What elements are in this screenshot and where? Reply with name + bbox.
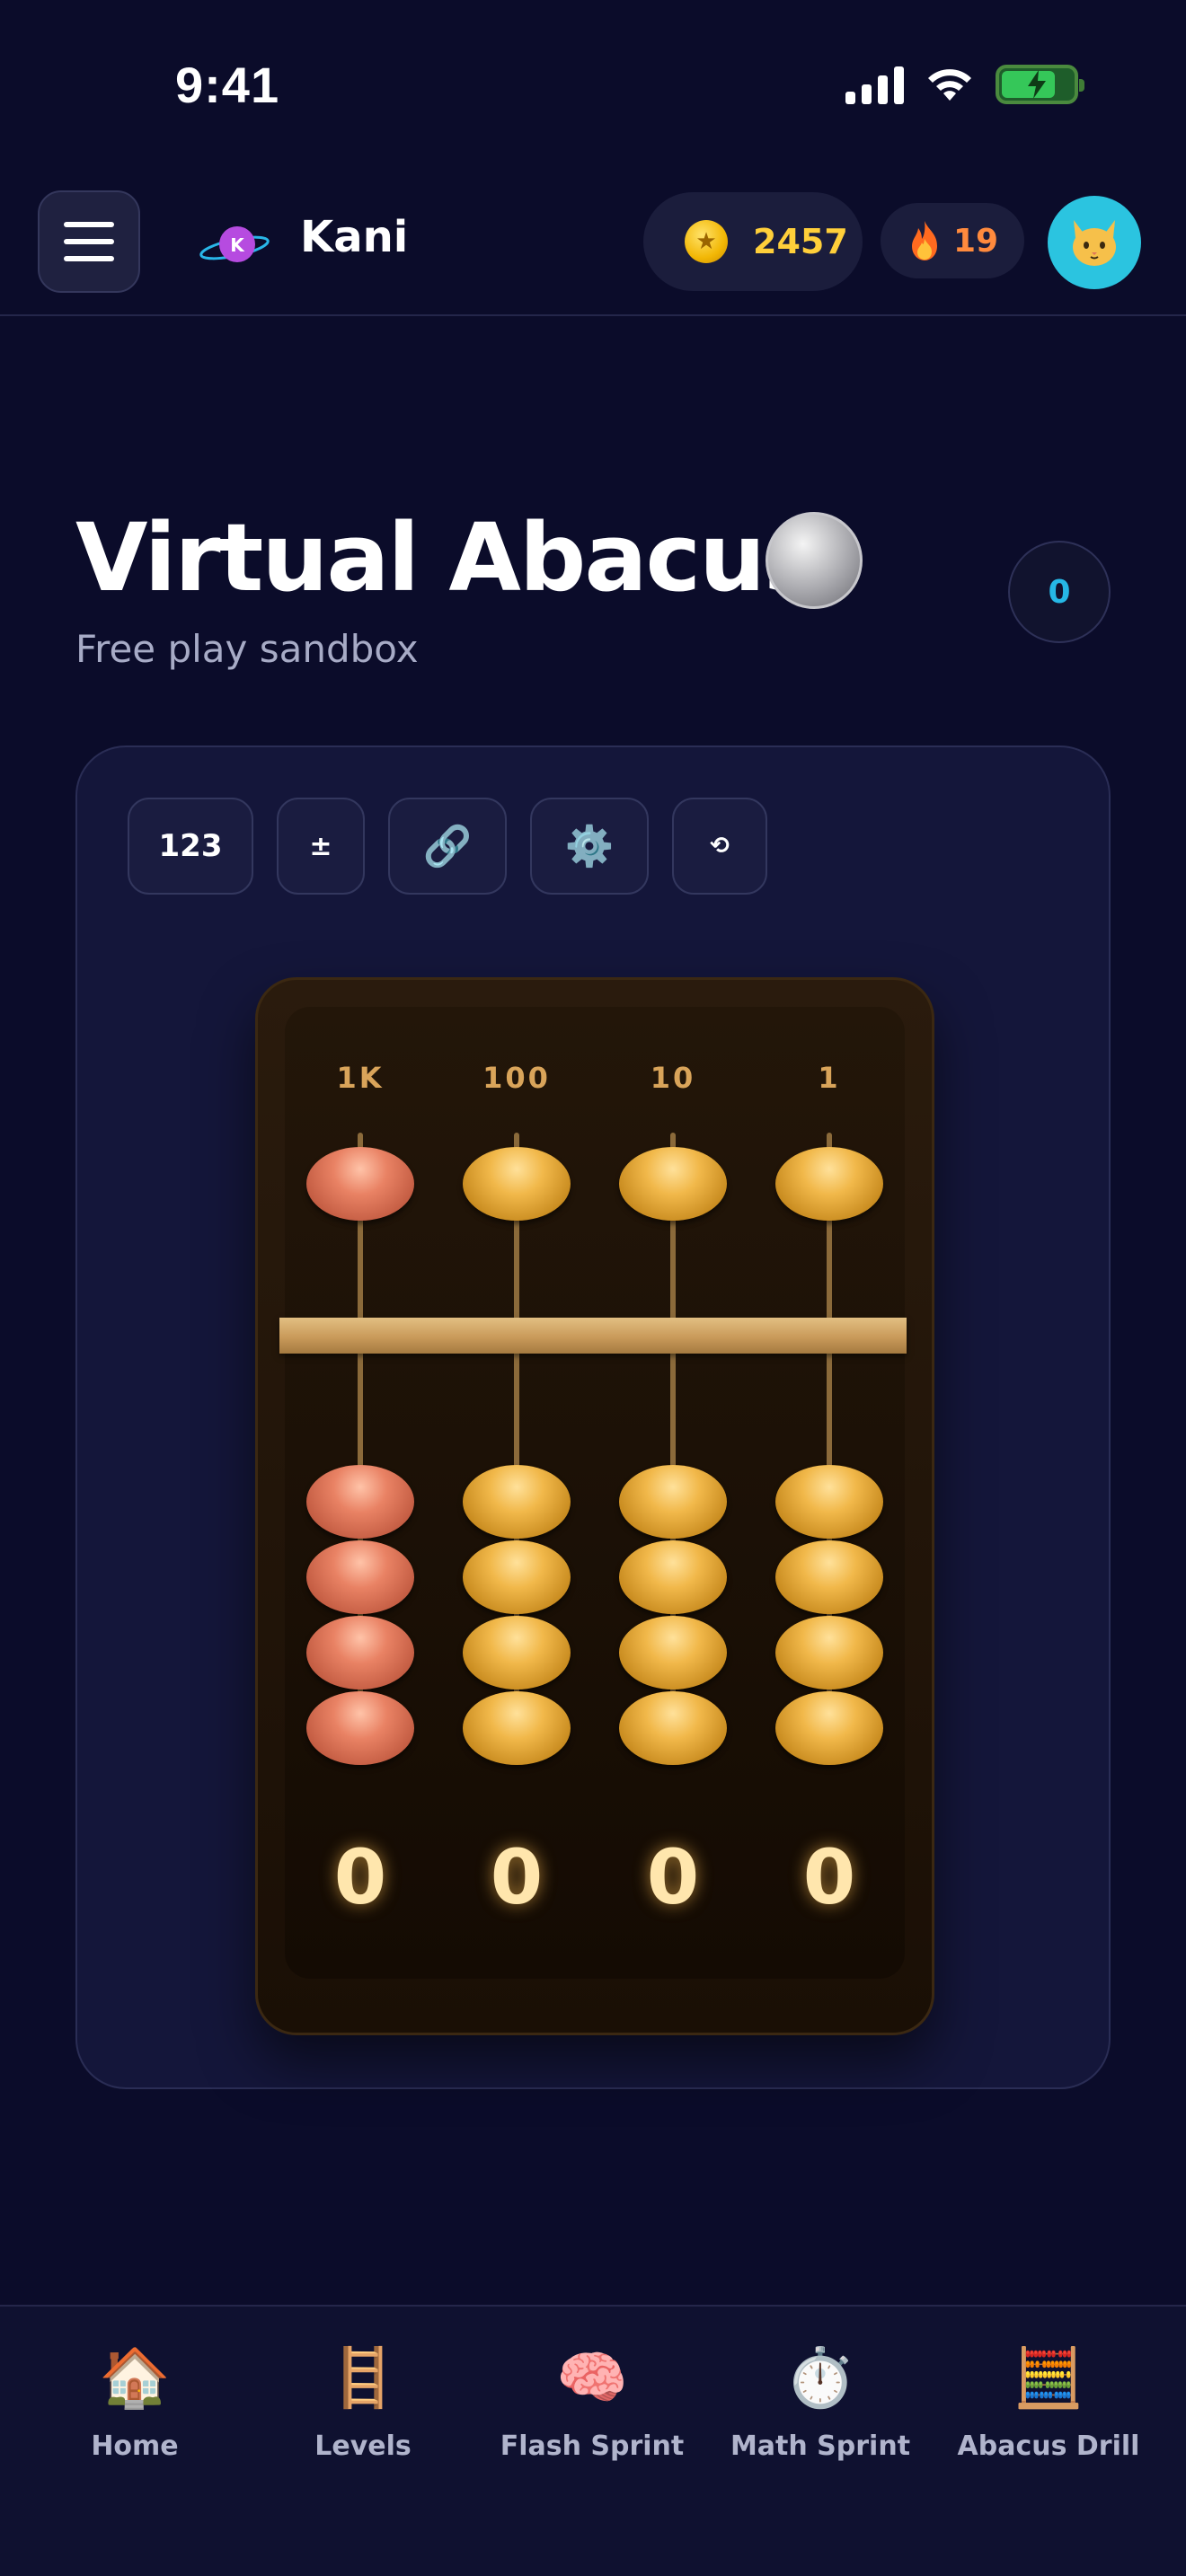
streak-badge[interactable]: 19 bbox=[881, 203, 1024, 278]
app-header: K Kani ★ 2457 19 bbox=[0, 171, 1186, 316]
nav-home[interactable]: 🏠 Home bbox=[36, 2342, 234, 2462]
battery-icon bbox=[996, 65, 1084, 104]
toggle-numbers-button[interactable]: 123 bbox=[128, 798, 253, 895]
earth-bead[interactable] bbox=[306, 1691, 414, 1765]
earth-bead[interactable] bbox=[619, 1616, 727, 1689]
column-value: 0 bbox=[802, 1833, 856, 1921]
nav-label: Abacus Drill bbox=[957, 2430, 1140, 2462]
earth-bead[interactable] bbox=[463, 1465, 571, 1539]
home-icon: 🏠 bbox=[99, 2345, 171, 2412]
column-label: 1 bbox=[818, 1061, 841, 1095]
nav-levels[interactable]: 🪜 Levels bbox=[264, 2342, 462, 2462]
earth-bead[interactable] bbox=[463, 1616, 571, 1689]
reset-button[interactable]: ⟲ bbox=[672, 798, 767, 895]
reset-icon: ⟲ bbox=[710, 833, 730, 860]
link-icon: 🔗 bbox=[422, 824, 473, 869]
wifi-icon bbox=[928, 69, 971, 101]
earth-bead[interactable] bbox=[775, 1465, 883, 1539]
abacus-toolbar: 123 ± 🔗 ⚙️ ⟲ bbox=[128, 798, 767, 895]
nav-math-sprint[interactable]: ⏱️ Math Sprint bbox=[721, 2342, 919, 2462]
cat-face-icon bbox=[1073, 220, 1116, 266]
column-label: 100 bbox=[482, 1061, 551, 1095]
brand-name: Kani bbox=[300, 212, 409, 262]
earth-bead[interactable] bbox=[619, 1540, 727, 1614]
heaven-bead[interactable] bbox=[775, 1147, 883, 1221]
earth-bead[interactable] bbox=[775, 1616, 883, 1689]
abacus-card: 123 ± 🔗 ⚙️ ⟲ 1K 0 100 0 10 0 1 0 bbox=[75, 745, 1111, 2089]
bottom-nav: 🏠 Home 🪜 Levels 🧠 Flash Sprint ⏱️ Math S… bbox=[0, 2305, 1186, 2576]
nav-label: Home bbox=[91, 2430, 179, 2462]
earth-bead[interactable] bbox=[306, 1540, 414, 1614]
coins-count: 2457 bbox=[753, 222, 848, 261]
silver-medal-icon bbox=[766, 512, 863, 609]
settings-button[interactable]: ⚙️ bbox=[530, 798, 649, 895]
column-label: 1K bbox=[336, 1061, 385, 1095]
page-title: Virtual Abacus bbox=[75, 503, 819, 613]
heaven-bead[interactable] bbox=[306, 1147, 414, 1221]
page-subtitle: Free play sandbox bbox=[75, 627, 419, 671]
nav-label: Flash Sprint bbox=[500, 2430, 685, 2462]
column-value: 0 bbox=[646, 1833, 700, 1921]
abacus-beam bbox=[279, 1318, 907, 1354]
heaven-bead[interactable] bbox=[463, 1147, 571, 1221]
coin-icon: ★ bbox=[685, 220, 728, 263]
avatar[interactable] bbox=[1048, 196, 1141, 289]
earth-bead[interactable] bbox=[775, 1540, 883, 1614]
planet-logo-icon: K bbox=[199, 226, 270, 262]
plus-minus-button[interactable]: ± bbox=[277, 798, 365, 895]
stopwatch-icon: ⏱️ bbox=[784, 2345, 856, 2412]
earth-bead[interactable] bbox=[463, 1540, 571, 1614]
nav-flash-sprint[interactable]: 🧠 Flash Sprint bbox=[493, 2342, 691, 2462]
status-icons bbox=[845, 65, 1084, 104]
coins-badge[interactable]: ★ 2457 bbox=[643, 192, 863, 291]
status-bar: 9:41 bbox=[0, 0, 1186, 171]
nav-abacus-drill[interactable]: 🧮 Abacus Drill bbox=[950, 2342, 1147, 2462]
menu-button[interactable] bbox=[38, 190, 140, 293]
earth-bead[interactable] bbox=[619, 1465, 727, 1539]
column-value: 0 bbox=[490, 1833, 544, 1921]
earth-bead[interactable] bbox=[306, 1465, 414, 1539]
earth-bead[interactable] bbox=[306, 1616, 414, 1689]
brain-icon: 🧠 bbox=[556, 2345, 628, 2412]
earth-bead[interactable] bbox=[463, 1691, 571, 1765]
hamburger-icon bbox=[64, 222, 114, 227]
score-indicator: 0 bbox=[1008, 541, 1111, 643]
column-value: 0 bbox=[333, 1833, 387, 1921]
nav-label: Math Sprint bbox=[730, 2430, 911, 2462]
nav-label: Levels bbox=[314, 2430, 412, 2462]
heaven-bead[interactable] bbox=[619, 1147, 727, 1221]
abacus: 1K 0 100 0 10 0 1 0 bbox=[255, 977, 934, 2035]
abacus-board: 1K 0 100 0 10 0 1 0 bbox=[279, 1007, 907, 1979]
signal-icon bbox=[845, 65, 904, 104]
link-button[interactable]: 🔗 bbox=[388, 798, 507, 895]
gear-icon: ⚙️ bbox=[564, 824, 615, 869]
column-label: 10 bbox=[650, 1061, 696, 1095]
earth-bead[interactable] bbox=[619, 1691, 727, 1765]
ladder-icon: 🪜 bbox=[327, 2345, 399, 2412]
flame-icon bbox=[911, 221, 937, 260]
abacus-icon: 🧮 bbox=[1013, 2345, 1084, 2412]
logo-letter: K bbox=[230, 234, 245, 256]
streak-count: 19 bbox=[952, 222, 999, 260]
status-time: 9:41 bbox=[175, 57, 280, 113]
earth-bead[interactable] bbox=[775, 1691, 883, 1765]
